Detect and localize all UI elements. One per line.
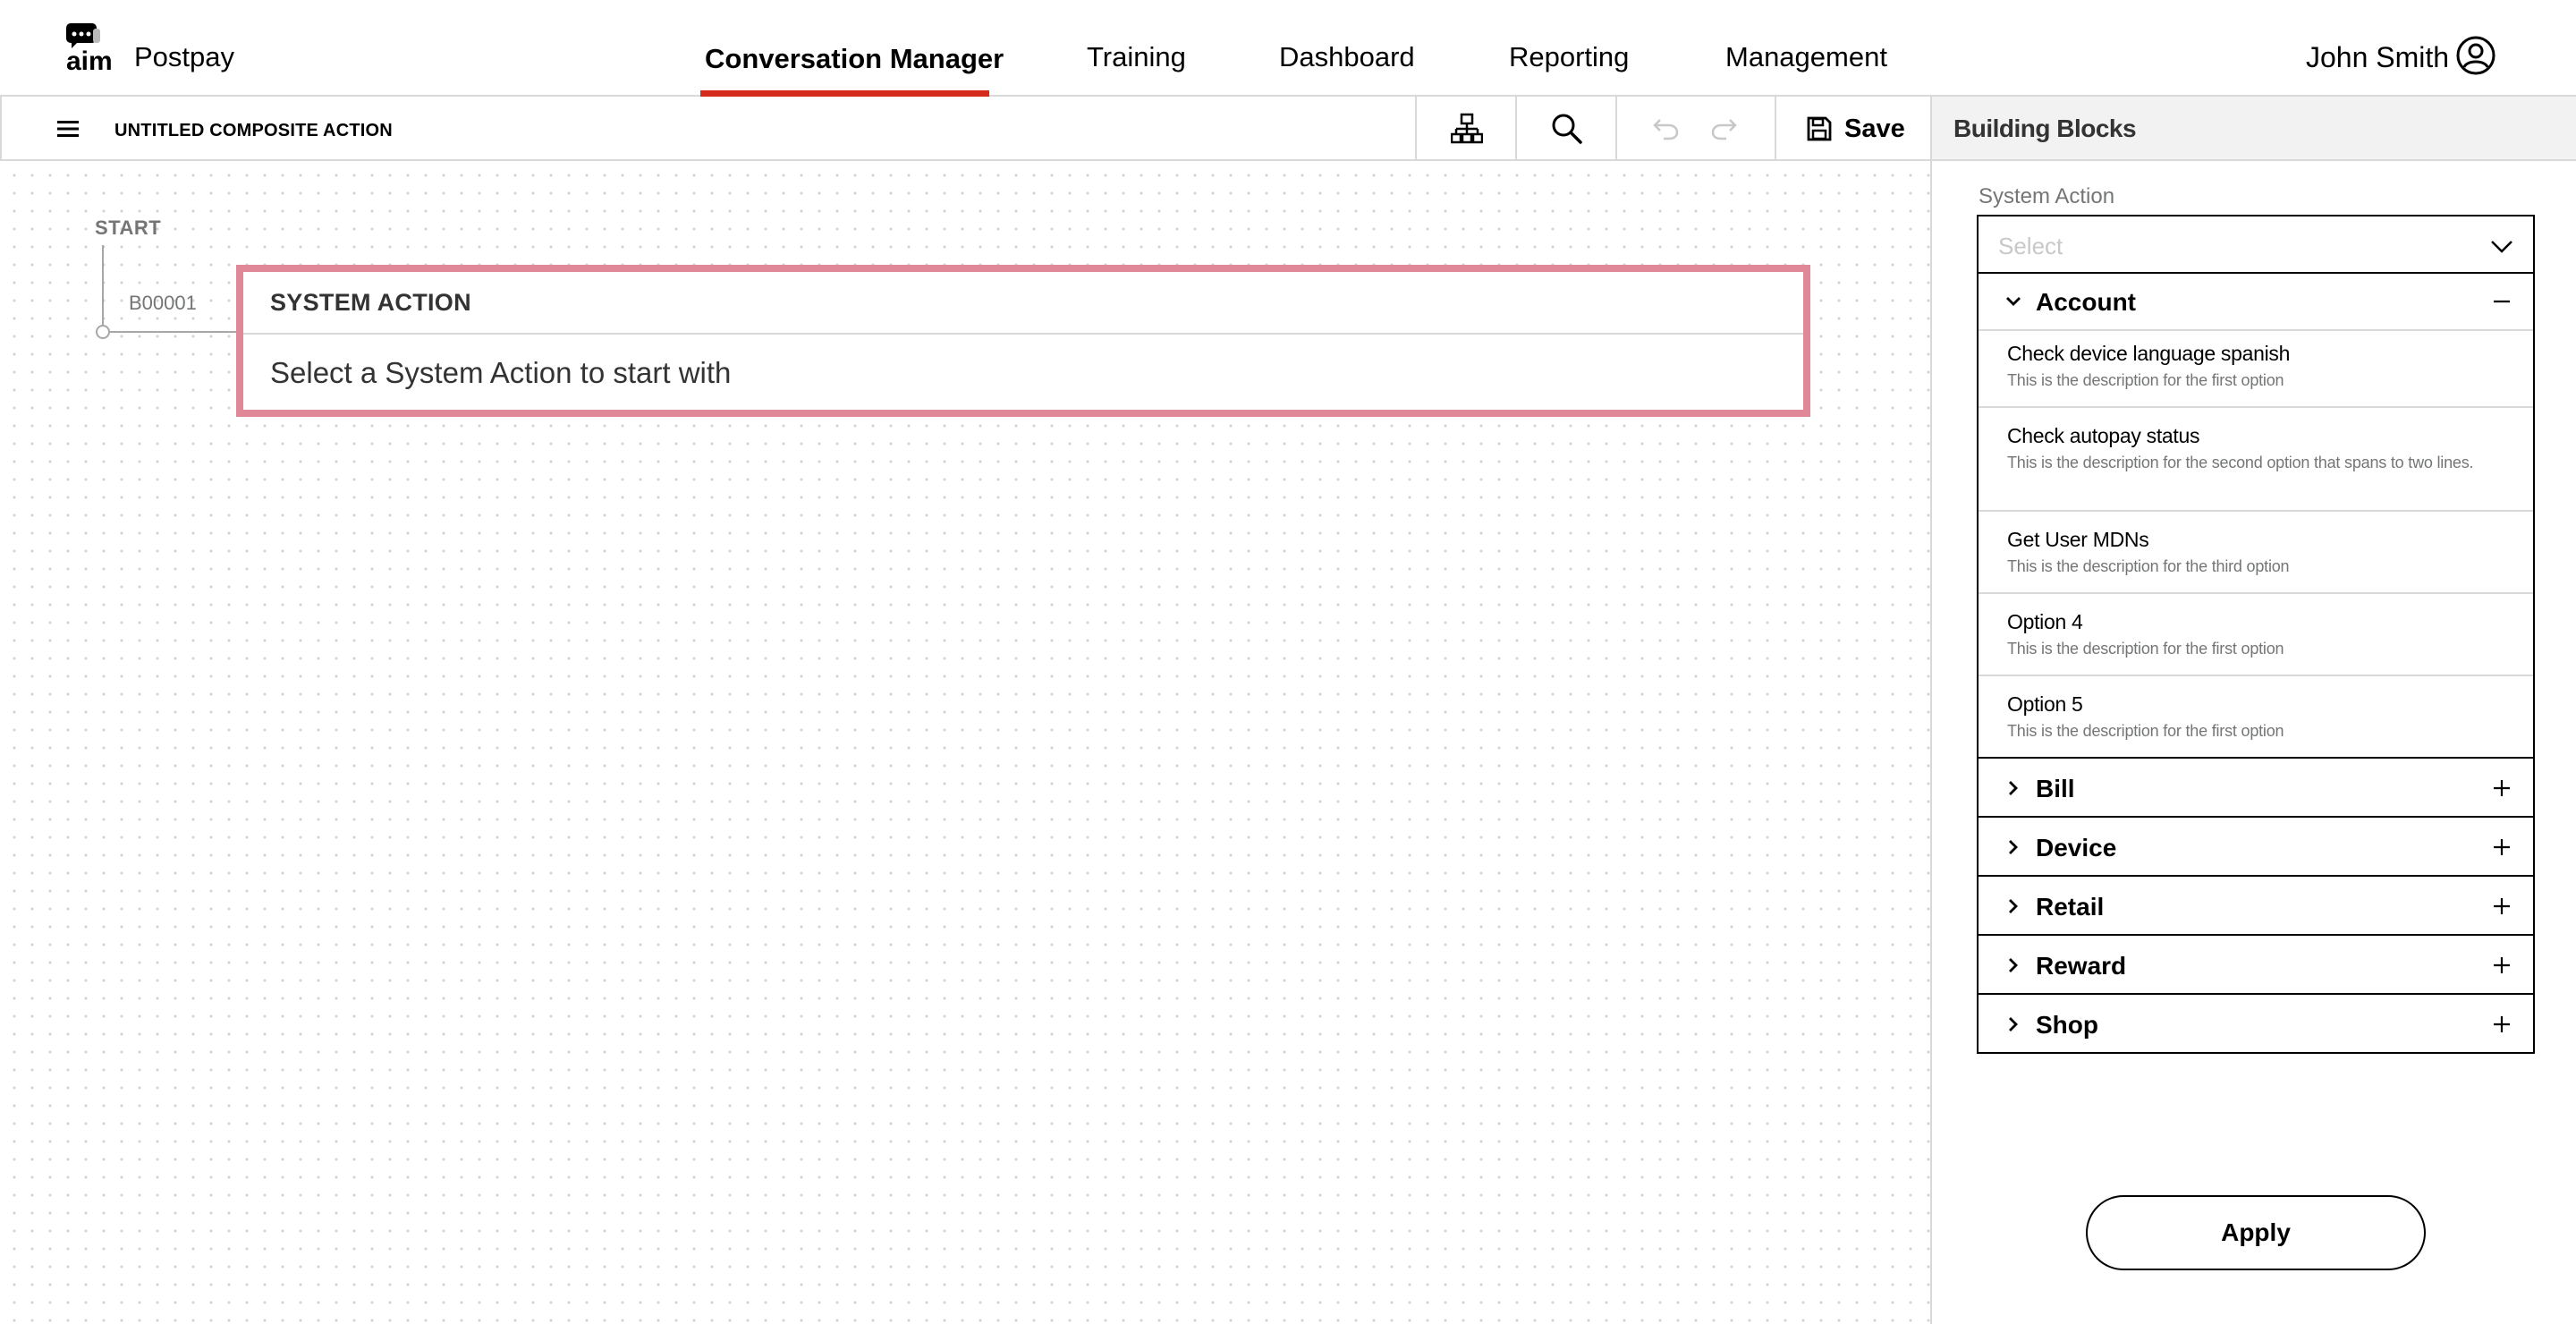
toolbar-divider (1615, 97, 1617, 159)
category-reward-header[interactable]: Reward (1979, 934, 2533, 993)
category-shop-header[interactable]: Shop (1979, 993, 2533, 1052)
chevron-up-icon (2491, 241, 2512, 253)
undo-icon[interactable] (1653, 116, 1680, 141)
redo-icon[interactable] (1710, 116, 1737, 141)
user-circle-icon[interactable] (2456, 36, 2496, 75)
plus-icon (2494, 780, 2510, 796)
nav-conversation-manager[interactable]: Conversation Manager (705, 43, 1004, 75)
option-description: This is the description for the first op… (2007, 722, 2284, 740)
category-retail-header[interactable]: Retail (1979, 875, 2533, 934)
category-label: Bill (2036, 775, 2075, 802)
connector-line (109, 331, 238, 333)
start-label: START (95, 216, 162, 239)
category-label: Retail (2036, 893, 2105, 921)
system-action-label: System Action (1979, 184, 2115, 208)
option-title: Check autopay status (2007, 424, 2200, 447)
option-title: Check device language spanish (2007, 342, 2291, 365)
category-device-header[interactable]: Device (1979, 816, 2533, 875)
product-name: Postpay (134, 41, 235, 72)
nav-dashboard[interactable]: Dashboard (1279, 41, 1415, 73)
chevron-right-icon (2009, 958, 2018, 972)
active-tab-indicator (700, 90, 989, 97)
chevron-right-icon (2009, 1017, 2018, 1031)
category-label: Device (2036, 834, 2117, 861)
plus-icon (2494, 898, 2510, 914)
option-item[interactable]: Get User MDNs This is the description fo… (1979, 510, 2533, 592)
node-id: B00001 (129, 292, 197, 314)
user-name[interactable]: John Smith (2306, 41, 2449, 74)
save-icon (1807, 116, 1832, 141)
chevron-down-icon (2006, 297, 2021, 306)
option-item[interactable]: Check device language spanish This is th… (1979, 329, 2533, 406)
option-item[interactable]: Check autopay status This is the descrip… (1979, 406, 2533, 510)
option-description: This is the description for the first op… (2007, 640, 2284, 658)
top-navigation: aim Postpay Conversation Manager Trainin… (0, 0, 2576, 97)
category-accordion: Account Check device language spanish Th… (1977, 272, 2535, 1054)
toolbar-divider (1415, 97, 1417, 159)
toolbar-divider (1775, 97, 1776, 159)
plus-icon (2494, 957, 2510, 973)
save-button[interactable]: Save (1807, 113, 1905, 145)
nav-management[interactable]: Management (1725, 41, 1887, 73)
svg-text:aim: aim (66, 47, 113, 72)
option-title: Option 4 (2007, 610, 2083, 633)
option-title: Option 5 (2007, 692, 2083, 716)
category-label: Reward (2036, 952, 2127, 980)
category-account-header[interactable]: Account (1979, 272, 2533, 329)
option-item[interactable]: Option 5 This is the description for the… (1979, 675, 2533, 757)
search-icon[interactable] (1551, 113, 1583, 145)
option-title: Get User MDNs (2007, 528, 2149, 551)
panel-title: Building Blocks (1953, 115, 2137, 142)
flow-canvas[interactable]: START B00001 SYSTEM ACTION Select a Syst… (0, 161, 1930, 1324)
aim-logo[interactable]: aim (66, 23, 123, 72)
plus-icon (2494, 839, 2510, 855)
option-description: This is the description for the second o… (2007, 454, 2474, 471)
save-label: Save (1844, 114, 1905, 143)
apply-button[interactable]: Apply (2086, 1195, 2426, 1270)
chevron-right-icon (2009, 840, 2018, 854)
minus-icon (2494, 300, 2510, 303)
system-action-node[interactable]: SYSTEM ACTION Select a System Action to … (236, 265, 1810, 417)
category-label: Account (2036, 288, 2136, 316)
option-description: This is the description for the first op… (2007, 371, 2284, 389)
chevron-right-icon (2009, 899, 2018, 913)
plus-icon (2494, 1016, 2510, 1032)
option-description: This is the description for the third op… (2007, 557, 2290, 575)
hierarchy-icon[interactable] (1451, 113, 1483, 145)
building-blocks-panel: Building Blocks System Action Select Acc… (1930, 97, 2576, 1324)
system-action-select[interactable]: Select (1977, 215, 2535, 274)
document-title: UNTITLED COMPOSITE ACTION (114, 121, 393, 140)
option-item[interactable]: Option 4 This is the description for the… (1979, 592, 2533, 675)
node-header: SYSTEM ACTION (243, 272, 1803, 335)
select-placeholder: Select (1998, 233, 2063, 259)
chevron-right-icon (2009, 781, 2018, 795)
editor-toolbar: UNTITLED COMPOSITE ACTION Save (0, 97, 1930, 161)
category-label: Shop (2036, 1011, 2098, 1039)
nav-reporting[interactable]: Reporting (1509, 41, 1629, 73)
menu-icon[interactable] (57, 119, 79, 139)
toolbar-divider (1515, 97, 1517, 159)
nav-training[interactable]: Training (1087, 41, 1186, 73)
node-body: Select a System Action to start with (270, 356, 732, 389)
connector-dot[interactable] (96, 325, 110, 339)
connector-line (102, 245, 104, 331)
category-bill-header[interactable]: Bill (1979, 757, 2533, 816)
panel-header: Building Blocks (1932, 97, 2576, 161)
